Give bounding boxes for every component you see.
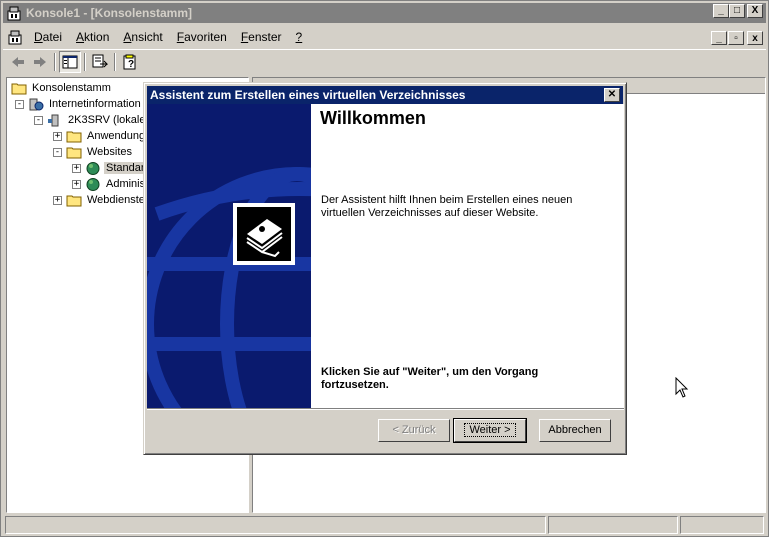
- statusbar: [3, 515, 766, 535]
- forward-button[interactable]: [29, 51, 51, 73]
- tree-item-websites[interactable]: - Websites: [53, 144, 134, 160]
- svg-text:?: ?: [128, 59, 134, 70]
- wizard-heading: Willkommen: [320, 108, 426, 128]
- collapse-icon[interactable]: -: [34, 115, 43, 125]
- minimize-button[interactable]: _: [713, 4, 729, 18]
- dialog-title: Assistent zum Erstellen eines virtuellen…: [150, 88, 466, 102]
- expand-icon[interactable]: +: [72, 163, 81, 173]
- export-list-icon: [92, 54, 108, 67]
- toolbar-separator: [114, 52, 116, 71]
- back-arrow-icon: [12, 56, 24, 67]
- next-wizard-button[interactable]: Weiter >: [453, 418, 527, 443]
- wizard-description: Der Assistent hilft Ihnen beim Erstellen…: [321, 194, 573, 219]
- wizard-side-banner: [147, 104, 311, 408]
- folder-icon: [66, 195, 82, 206]
- help-button[interactable]: ?: [119, 51, 141, 73]
- menu-help[interactable]: ?: [289, 28, 310, 46]
- tree-item-server[interactable]: - 2K3SRV (lokaler: [34, 112, 151, 128]
- close-button[interactable]: X: [747, 4, 763, 18]
- wizard-continue-hint: Klicken Sie auf "Weiter", um den Vorgang…: [321, 366, 539, 391]
- tree-item-anwendung[interactable]: + Anwendung: [53, 128, 147, 144]
- globe-watermark-image: [147, 104, 311, 408]
- dialog-separator: [147, 408, 624, 410]
- export-list-button[interactable]: [89, 51, 111, 73]
- window-titlebar[interactable]: Konsole1 - [Konsolenstamm]: [3, 3, 766, 23]
- globe-icon: [86, 177, 100, 191]
- mdi-minimize-button[interactable]: _: [711, 31, 727, 45]
- cancel-wizard-button[interactable]: Abbrechen: [539, 419, 611, 442]
- tree-item-konsolenstamm[interactable]: Konsolenstamm: [11, 80, 113, 96]
- mmc-app-icon: [7, 6, 21, 21]
- collapse-icon[interactable]: -: [15, 99, 24, 109]
- mdi-child-icon[interactable]: [7, 29, 23, 45]
- expand-icon[interactable]: +: [53, 131, 62, 141]
- mdi-restore-button[interactable]: ▫: [728, 31, 744, 45]
- dialog-body: Willkommen Der Assistent hilft Ihnen bei…: [147, 104, 624, 408]
- folder-icon: [66, 131, 82, 142]
- tree-item-iis[interactable]: - Internetinformation: [15, 96, 143, 112]
- menubar: Datei Aktion Ansicht Favoriten Fenster ?: [3, 27, 766, 47]
- collapse-icon[interactable]: -: [53, 147, 62, 157]
- menu-aktion[interactable]: Aktion: [69, 28, 116, 46]
- mdi-close-button[interactable]: x: [747, 31, 763, 45]
- folder-icon: [66, 147, 82, 158]
- wizard-dialog: Assistent zum Erstellen eines virtuellen…: [143, 82, 627, 455]
- tree-item-webdienste[interactable]: + Webdienste: [53, 192, 147, 208]
- menu-fenster[interactable]: Fenster: [234, 28, 289, 46]
- toolbar-separator: [54, 52, 56, 71]
- iis-server-icon: [29, 98, 44, 110]
- globe-icon: [86, 161, 100, 175]
- window-title: Konsole1 - [Konsolenstamm]: [26, 6, 193, 20]
- maximize-button[interactable]: □: [729, 4, 745, 18]
- show-hide-tree-button[interactable]: [59, 50, 81, 73]
- menu-ansicht[interactable]: Ansicht: [116, 28, 169, 46]
- back-wizard-button[interactable]: < Zurück: [378, 419, 450, 442]
- tree-pane-icon: [62, 55, 78, 68]
- help-icon: ?: [123, 54, 136, 70]
- toolbar-separator: [84, 52, 86, 71]
- tree-item-admin-website[interactable]: + Administ: [72, 176, 150, 192]
- status-panel-main: [5, 516, 546, 534]
- status-panel-3: [680, 516, 764, 534]
- mouse-cursor-icon: [675, 377, 689, 398]
- forward-arrow-icon: [34, 56, 46, 67]
- dialog-close-button[interactable]: ✕: [604, 88, 620, 102]
- expand-icon[interactable]: +: [53, 195, 62, 205]
- expand-icon[interactable]: +: [72, 179, 81, 189]
- status-panel-2: [548, 516, 678, 534]
- folder-icon: [11, 83, 27, 94]
- computer-icon: [48, 114, 59, 126]
- tree-item-standard-website[interactable]: + Standar: [72, 160, 147, 176]
- menu-favoriten[interactable]: Favoriten: [170, 28, 234, 46]
- toolbar: ?: [3, 49, 766, 73]
- menu-datei[interactable]: Datei: [27, 28, 69, 46]
- dialog-titlebar[interactable]: Assistent zum Erstellen eines virtuellen…: [147, 86, 623, 104]
- back-button[interactable]: [7, 51, 29, 73]
